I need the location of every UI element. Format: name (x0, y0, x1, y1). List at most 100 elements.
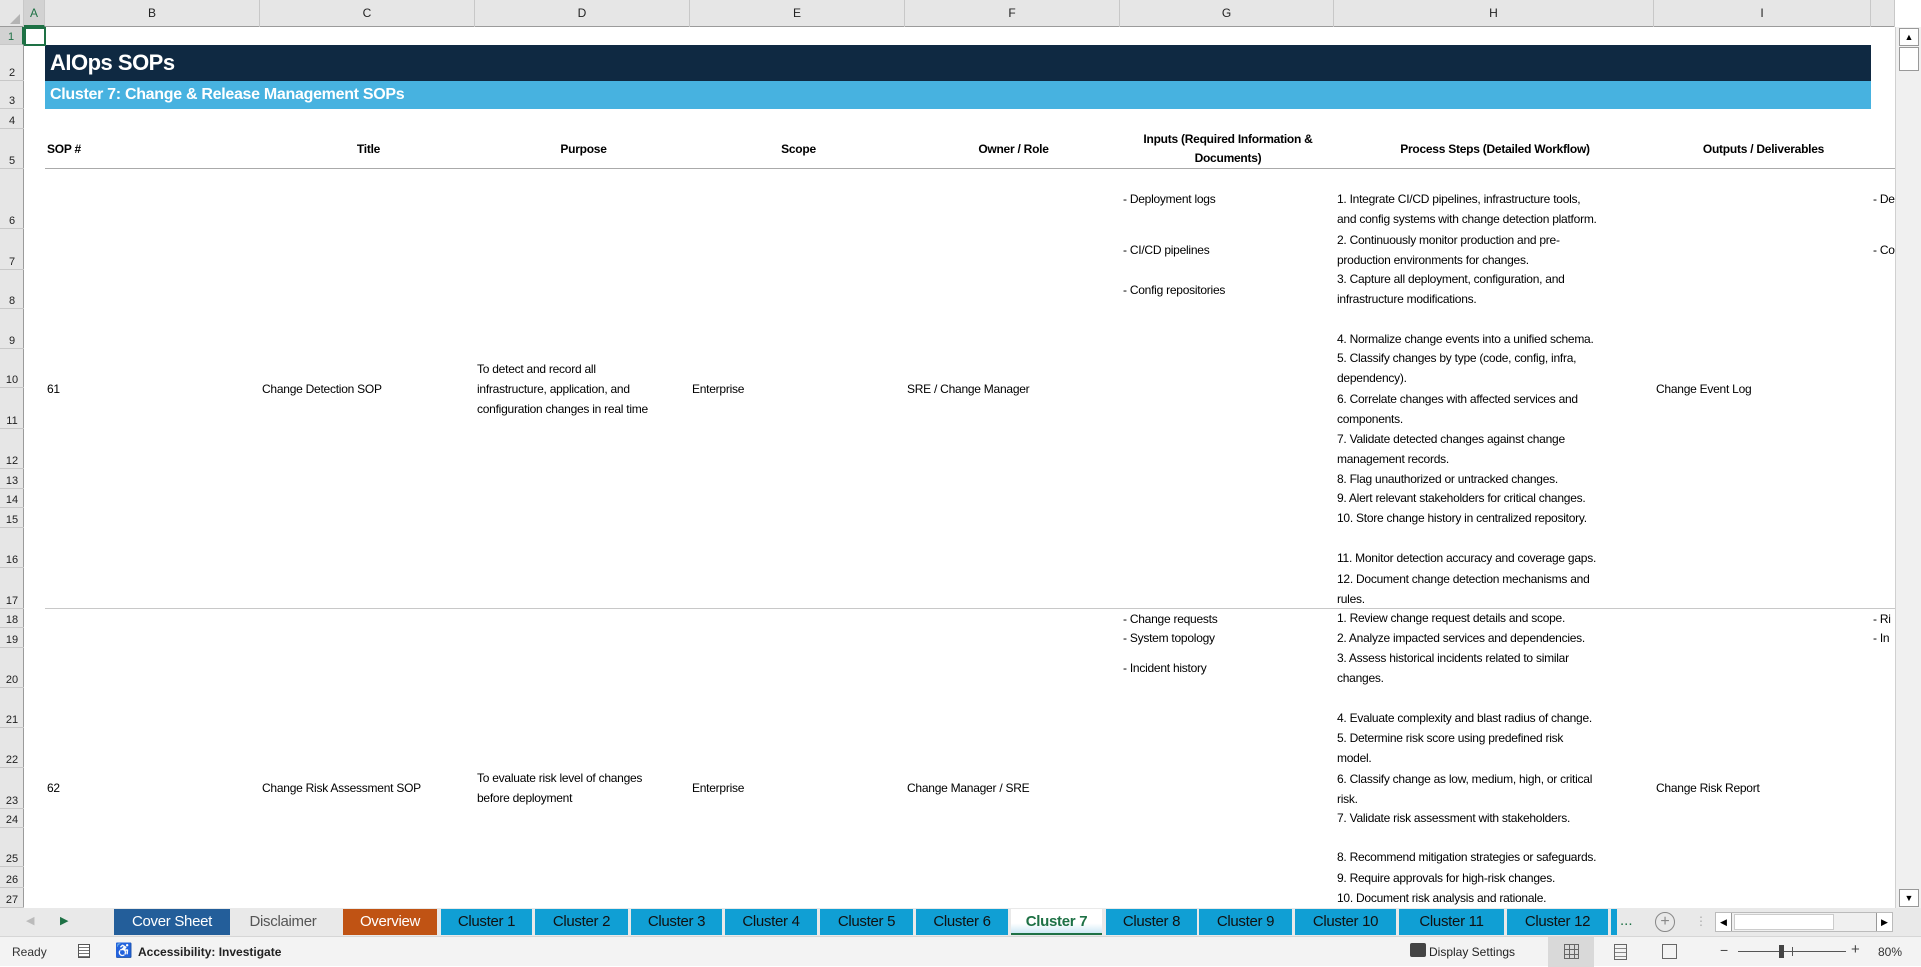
more-sheets-button[interactable]: ... (1620, 912, 1633, 929)
display-settings-button[interactable]: Display Settings (1429, 945, 1515, 959)
column-header-C[interactable]: C (260, 0, 475, 27)
sheet-subtitle: Cluster 7: Change & Release Management S… (45, 81, 1871, 109)
column-header-D[interactable]: D (475, 0, 690, 27)
sheet-tab-cluster-5[interactable]: Cluster 5 (820, 909, 913, 935)
row-header-17[interactable]: 17 (0, 568, 24, 609)
row-header-6[interactable]: 6 (0, 169, 24, 229)
column-title-0: SOP # (47, 141, 81, 156)
process-step: 5. Classify changes by type (code, confi… (1337, 351, 1577, 385)
row-header-26[interactable]: 26 (0, 867, 24, 888)
sheet-tab-cluster-7[interactable]: Cluster 7 (1011, 909, 1102, 935)
page-break-preview-icon[interactable] (1662, 944, 1677, 959)
sop-outputs: Change Event Log (1656, 382, 1752, 396)
zoom-slider-thumb[interactable] (1779, 945, 1785, 958)
vertical-scroll-thumb[interactable] (1899, 47, 1919, 71)
row-header-24[interactable]: 24 (0, 809, 24, 828)
row-header-4[interactable]: 4 (0, 109, 24, 129)
row-header-25[interactable]: 25 (0, 828, 24, 867)
accessibility-icon[interactable]: ♿ (115, 942, 132, 959)
next-sheet-arrow-icon[interactable]: ▶ (60, 914, 68, 927)
column-title-3: Scope (781, 141, 816, 156)
sop-number: 61 (47, 382, 60, 396)
row-header-22[interactable]: 22 (0, 728, 24, 768)
zoom-in-button[interactable]: + (1851, 941, 1860, 958)
sheet-tab-partial[interactable] (1611, 909, 1617, 935)
row-header-8[interactable]: 8 (0, 270, 24, 309)
row-header-12[interactable]: 12 (0, 429, 24, 469)
sheet-tab-cluster-4[interactable]: Cluster 4 (725, 909, 817, 935)
sheet-tab-cluster-1[interactable]: Cluster 1 (441, 909, 532, 935)
column-header-J[interactable] (1871, 0, 1895, 27)
row-header-21[interactable]: 21 (0, 688, 24, 728)
column-header-I[interactable]: I (1654, 0, 1871, 27)
scroll-down-arrow-icon[interactable]: ▼ (1899, 889, 1919, 907)
row-header-2[interactable]: 2 (0, 45, 24, 81)
sheet-tab-cluster-9[interactable]: Cluster 9 (1199, 909, 1292, 935)
row-header-23[interactable]: 23 (0, 768, 24, 809)
row-header-7[interactable]: 7 (0, 229, 24, 270)
sop-scope: Enterprise (692, 781, 745, 795)
process-step: 5. Determine risk score using predefined… (1337, 731, 1564, 765)
row-header-18[interactable]: 18 (0, 609, 24, 628)
sheet-tab-overview[interactable]: Overview (343, 909, 437, 935)
process-step: 4. Normalize change events into a unifie… (1337, 332, 1594, 346)
horizontal-scrollbar[interactable]: ◀ ▶ (1715, 912, 1893, 932)
row-header-13[interactable]: 13 (0, 469, 24, 489)
scroll-right-arrow-icon[interactable]: ▶ (1876, 913, 1892, 931)
sheet-tab-cluster-10[interactable]: Cluster 10 (1295, 909, 1396, 935)
add-sheet-icon[interactable]: + (1655, 912, 1675, 932)
column-title-1: Title (356, 141, 381, 156)
column-header-A[interactable]: A (24, 0, 45, 27)
sop-owner: Change Manager / SRE (907, 781, 1030, 795)
scroll-left-arrow-icon[interactable]: ◀ (1716, 913, 1732, 931)
zoom-out-button[interactable]: − (1720, 942, 1728, 958)
vertical-scrollbar[interactable]: ▲ ▼ (1895, 27, 1921, 908)
sheet-tab-cluster-11[interactable]: Cluster 11 (1399, 909, 1504, 935)
accessibility-status[interactable]: Accessibility: Investigate (138, 945, 281, 959)
row-header-11[interactable]: 11 (0, 388, 24, 429)
macro-record-icon[interactable] (78, 944, 90, 958)
zoom-level[interactable]: 80% (1878, 945, 1902, 959)
sheet-tab-cluster-8[interactable]: Cluster 8 (1106, 909, 1197, 935)
column-header-H[interactable]: H (1334, 0, 1654, 27)
sheet-tab-disclaimer[interactable]: Disclaimer (233, 909, 333, 935)
sheet-tab-cluster-2[interactable]: Cluster 2 (535, 909, 628, 935)
sheet-tab-cluster-6[interactable]: Cluster 6 (916, 909, 1008, 935)
row-header-14[interactable]: 14 (0, 489, 24, 508)
row-header-16[interactable]: 16 (0, 528, 24, 568)
row-header-20[interactable]: 20 (0, 648, 24, 688)
row-header-15[interactable]: 15 (0, 508, 24, 528)
grid-view-icon (1564, 944, 1579, 959)
row-header-27[interactable]: 27 (0, 888, 24, 908)
row-header-1[interactable]: 1 (0, 27, 24, 45)
normal-view-button[interactable] (1548, 937, 1594, 967)
sheet-tab-bar: ◀ ▶ Cover Sheet Disclaimer Overview Cluster… (0, 908, 1921, 936)
page-layout-view-icon[interactable] (1614, 944, 1627, 960)
sheet-tab-cluster-12[interactable]: Cluster 12 (1507, 909, 1608, 935)
scroll-up-arrow-icon[interactable]: ▲ (1899, 28, 1919, 46)
row-header-19[interactable]: 19 (0, 628, 24, 648)
row-header-9[interactable]: 9 (0, 309, 24, 349)
column-header-E[interactable]: E (690, 0, 905, 27)
row-header-5[interactable]: 5 (0, 129, 24, 169)
sheet-tab-cluster-3[interactable]: Cluster 3 (631, 909, 722, 935)
active-cell-A1[interactable] (24, 27, 46, 46)
column-header-F[interactable]: F (905, 0, 1120, 27)
sheet-tab-cover-sheet[interactable]: Cover Sheet (114, 909, 230, 935)
column-header-G[interactable]: G (1120, 0, 1334, 27)
column-header-B[interactable]: B (45, 0, 260, 27)
tab-splitter-handle[interactable]: ⋮ (1695, 914, 1707, 928)
process-step: 3. Capture all deployment, configuration… (1337, 272, 1565, 306)
display-settings-icon[interactable] (1410, 943, 1426, 957)
row-header-10[interactable]: 10 (0, 349, 24, 388)
select-all-button[interactable] (0, 0, 24, 27)
row-header-3[interactable]: 3 (0, 81, 24, 109)
horizontal-scroll-thumb[interactable] (1734, 914, 1834, 930)
zoom-slider[interactable] (1738, 945, 1846, 958)
process-step: 2. Continuously monitor production and p… (1337, 233, 1560, 267)
sop-outputs: Change Risk Report (1656, 781, 1760, 795)
prev-sheet-arrow-icon[interactable]: ◀ (26, 914, 34, 927)
column-j-clipped-text: - De (1873, 192, 1895, 206)
sop-purpose: To evaluate risk level of changes before… (477, 771, 643, 805)
process-step: 3. Assess historical incidents related t… (1337, 651, 1569, 685)
